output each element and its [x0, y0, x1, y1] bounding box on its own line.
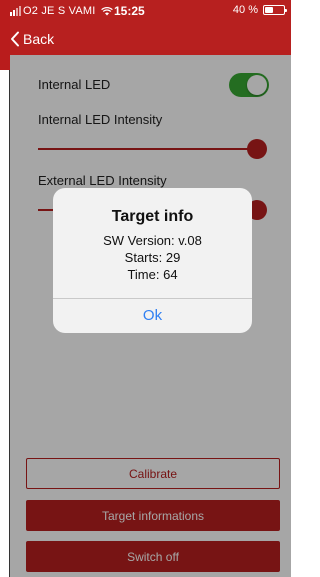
left-edge-strip	[0, 0, 10, 577]
signal-icon	[10, 6, 21, 16]
screen: O2 JE S VAMI 15:25 40 % Back Internal LE…	[0, 0, 291, 577]
dialog-sw-version: SW Version: v.08	[103, 233, 202, 248]
status-time: 15:25	[114, 4, 145, 18]
dialog-starts: Starts: 29	[124, 250, 181, 265]
header-bar: O2 JE S VAMI 15:25 40 % Back	[10, 0, 291, 55]
chevron-left-icon	[11, 31, 19, 47]
target-info-dialog: Target info SW Version: v.08 Starts: 29 …	[53, 188, 252, 333]
dialog-time: Time: 64	[127, 267, 178, 282]
back-label: Back	[23, 31, 55, 47]
status-bar: O2 JE S VAMI 15:25 40 %	[10, 0, 291, 22]
wifi-icon	[100, 6, 113, 15]
battery-icon	[263, 5, 287, 15]
back-button[interactable]: Back	[10, 28, 54, 50]
carrier-name: O2 JE S VAMI	[23, 5, 96, 17]
status-right: 40 %	[232, 4, 287, 16]
ok-button[interactable]: Ok	[53, 299, 252, 333]
dialog-title: Target info	[111, 208, 194, 225]
status-left: O2 JE S VAMI	[10, 5, 113, 17]
app: O2 JE S VAMI 15:25 40 % Back Internal LE…	[10, 0, 291, 577]
left-edge-red-block	[0, 0, 10, 70]
battery-percent: 40 %	[232, 4, 258, 16]
